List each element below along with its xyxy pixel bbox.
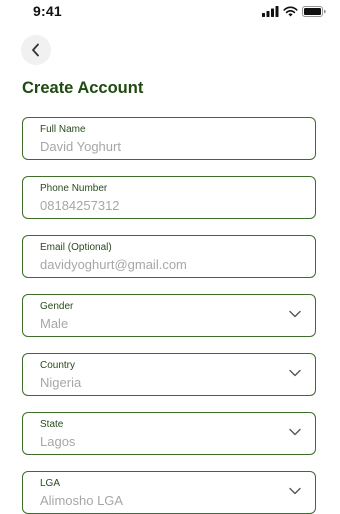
status-bar: 9:41 <box>0 0 340 24</box>
field-label: Full Name <box>40 124 86 135</box>
state-select[interactable]: State Lagos <box>22 412 316 455</box>
field-value: Lagos <box>40 434 76 449</box>
chevron-down-icon[interactable] <box>289 487 301 495</box>
chevron-down-icon[interactable] <box>289 369 301 377</box>
phone-number-field[interactable]: Phone Number 08184257312 <box>22 176 316 219</box>
field-label: LGA <box>40 478 61 489</box>
status-time: 9:41 <box>33 3 62 19</box>
page-title: Create Account <box>22 79 144 97</box>
field-value[interactable]: David Yoghurt <box>40 139 121 154</box>
back-button[interactable] <box>21 35 51 65</box>
chevron-down-icon[interactable] <box>289 428 301 436</box>
full-name-field[interactable]: Full Name David Yoghurt <box>22 117 316 160</box>
status-icons <box>262 5 326 17</box>
field-label: Phone Number <box>40 183 108 194</box>
chevron-down-icon[interactable] <box>289 310 301 318</box>
battery-icon <box>302 5 326 17</box>
field-label: Gender <box>40 301 74 312</box>
signal-icon <box>262 5 279 17</box>
email-field[interactable]: Email (Optional) davidyoghurt@gmail.com <box>22 235 316 278</box>
field-value: Nigeria <box>40 375 82 390</box>
field-value[interactable]: 08184257312 <box>40 198 120 213</box>
lga-select[interactable]: LGA Alimosho LGA <box>22 471 316 514</box>
field-label: Email (Optional) <box>40 242 112 253</box>
chevron-left-icon <box>32 43 39 57</box>
field-value: Male <box>40 316 69 331</box>
field-label: State <box>40 419 64 430</box>
wifi-icon <box>283 6 298 16</box>
country-select[interactable]: Country Nigeria <box>22 353 316 396</box>
field-value: Alimosho LGA <box>40 493 124 508</box>
gender-select[interactable]: Gender Male <box>22 294 316 337</box>
field-label: Country <box>40 360 76 371</box>
field-value[interactable]: davidyoghurt@gmail.com <box>40 257 187 272</box>
